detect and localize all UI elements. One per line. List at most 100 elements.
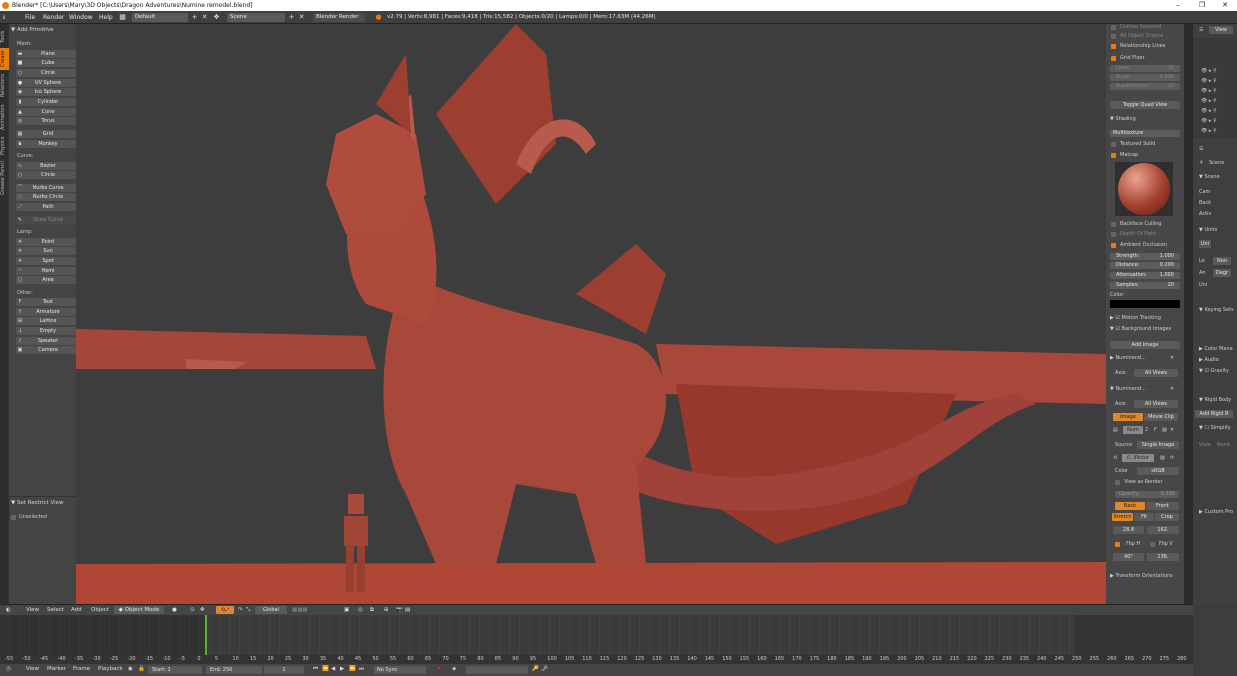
restore-icon[interactable]: ❐ [1190,0,1214,11]
add-point-lamp-button[interactable]: ✳ Point [16,238,80,246]
grid-floor-checkbox[interactable] [1111,56,1116,61]
transform-manipulator-toggle[interactable]: ⟲⤢ [216,606,234,614]
bg-image-2-remove-icon[interactable]: ✕ [1170,386,1174,392]
simplify-header[interactable]: ▼ ☐ Simplify [1199,425,1231,431]
add-primitive-header[interactable]: ▼ Add Primitive [11,27,54,33]
snap-target-icon[interactable]: ⊞ [384,607,389,613]
editor-type-icon[interactable]: ℹ [3,14,5,21]
visibility-icon[interactable]: 👁 ▸ ⚲ [1201,98,1217,104]
jump-start-icon[interactable]: ⏮ [313,666,318,673]
visibility-icon[interactable]: 👁 ▸ ⚲ [1201,78,1217,84]
add-uv-sphere-button[interactable]: ● UV Sphere [16,79,80,87]
viewport-shading-icon[interactable]: ● [172,607,177,613]
timeline-frame-menu[interactable]: Frame [73,666,90,672]
add-circle-button[interactable]: ○ Circle [16,69,80,77]
unselected-checkbox[interactable] [11,515,16,520]
delete-keyframe-icon[interactable]: 🗝 [541,666,548,672]
toggle-quad-view-button[interactable]: Toggle Quad View [1110,101,1180,109]
backface-culling-checkbox[interactable] [1111,222,1116,227]
view3d-select-menu[interactable]: Select [47,607,64,613]
multitexture-select[interactable]: Multitexture [1110,130,1180,137]
background-images-header[interactable]: ▼ ☑ Background Images [1110,326,1171,332]
tab-relations[interactable]: Relations [0,72,9,100]
image-name-field[interactable]: Num [1123,426,1143,434]
matcap-checkbox[interactable] [1111,153,1116,158]
all-object-origins-checkbox[interactable] [1111,34,1116,39]
jump-end-icon[interactable]: ⏭ [359,666,364,673]
ao-samples-field[interactable]: Samples: 20 [1110,282,1180,289]
add-spot-lamp-button[interactable]: ✦ Spot [16,257,80,265]
add-lattice-button[interactable]: ⊞ Lattice [16,317,80,325]
add-bezier-button[interactable]: ∿ Bezier [16,162,80,170]
menu-render[interactable]: Render [43,14,64,21]
set-restrict-view-header[interactable]: ▼ Set Restrict View [11,500,64,506]
end-frame-field[interactable]: End: 250 [206,666,262,674]
fake-user-icon[interactable]: F [1154,427,1157,433]
tab-create[interactable]: Create [0,48,9,70]
view3d-add-menu[interactable]: Add [71,607,82,613]
add-plane-button[interactable]: ▬ Plane [16,50,80,58]
transform-orientation-select[interactable]: Global [255,606,287,614]
subdivisions-field[interactable]: Subdivisions: 10 [1110,83,1180,90]
ambient-occlusion-checkbox[interactable] [1111,243,1116,248]
view3d-view-menu[interactable]: View [26,607,39,613]
scene-field[interactable]: Scene [227,13,285,22]
snap-icon[interactable]: ⧉ [370,607,374,614]
outliner-editor-icon[interactable]: ☰ [1199,27,1203,33]
matcap-preview[interactable] [1115,162,1173,216]
add-speaker-button[interactable]: ♪ Speaker [16,337,80,345]
minimize-icon[interactable]: – [1166,0,1190,11]
view3d-object-menu[interactable]: Object [91,607,109,613]
active-keying-set-field[interactable] [466,666,528,674]
bg-image-2-header[interactable]: ▼ Numinend... [1110,386,1146,392]
add-camera-button[interactable]: ▣ Camera [16,346,80,354]
layer-lock-icon[interactable]: ▣ [344,607,349,613]
layers-grid-icon[interactable]: ▦▦▦ [292,607,308,613]
source-select[interactable]: Single Image [1137,441,1179,449]
stretch-toggle[interactable]: Stretch [1112,513,1133,521]
outliner-tree[interactable]: 👁 ▸ ⚲ 👁 ▸ ⚲ 👁 ▸ ⚲ 👁 ▸ ⚲ 👁 ▸ ⚲ 👁 ▸ ⚲ 👁 ▸ … [1193,38,1237,138]
add-hemi-lamp-button[interactable]: ◠ Hemi [16,267,80,275]
add-empty-button[interactable]: ⅃ Empty [16,327,80,335]
browse-file-icon[interactable]: ▨ [1160,455,1165,461]
custom-properties-header[interactable]: ▶ Custom Pro [1199,509,1233,515]
properties-scrollbar[interactable] [1184,24,1193,604]
tab-grease-pencil[interactable]: Grease Pencil [0,160,9,196]
visibility-icon[interactable]: 👁 ▸ ⚲ [1201,108,1217,114]
view3d-editor-icon[interactable]: ◐ [6,607,11,613]
layout-icon[interactable]: ▦ [118,13,127,22]
scale-field[interactable]: Scale: 1.000 [1110,74,1180,81]
draw-curve-button[interactable]: ✎ Draw Curve [16,216,80,224]
back-toggle[interactable]: Back [1115,502,1145,510]
ao-color-swatch[interactable] [1110,300,1180,308]
relationship-lines-checkbox[interactable] [1111,44,1116,49]
add-layout-icon[interactable]: + [190,13,199,22]
start-frame-field[interactable]: Start: 1 [148,666,202,674]
remove-layout-icon[interactable]: ✕ [200,13,209,22]
movie-clip-tab[interactable]: Movie Clip [1144,413,1178,421]
front-toggle[interactable]: Front [1146,502,1179,510]
open-image-icon[interactable]: ▨ [1162,427,1167,433]
outline-selected-checkbox[interactable] [1111,25,1116,30]
color-management-header[interactable]: ▶ Color Mana [1199,346,1233,352]
menu-file[interactable]: File [25,14,35,21]
add-nurbs-circle-button[interactable]: ◌ Nurbs Circle [16,193,80,201]
ao-distance-field[interactable]: Distance: 0.200 [1110,262,1180,269]
manipulator-icon[interactable]: ✥ [200,607,205,613]
fit-toggle[interactable]: Fit [1134,513,1154,521]
gravity-header[interactable]: ▼ ☑ Gravity [1199,368,1229,374]
close-icon[interactable]: ✕ [1213,0,1237,11]
axis-1-select[interactable]: All Views [1134,369,1178,377]
shading-panel-header[interactable]: ▼ Shading [1110,116,1136,122]
timeline-playback-menu[interactable]: Playback [98,666,123,672]
offset-x-field[interactable]: 28.8 [1113,526,1144,534]
image-tab[interactable]: Image [1113,413,1143,421]
unit-preset-select[interactable]: Uni [1199,240,1211,248]
add-area-lamp-button[interactable]: ▢ Area [16,276,80,284]
mode-select[interactable]: ◆ Object Mode [114,606,164,614]
current-frame-field[interactable]: 1 [264,666,304,674]
add-armature-button[interactable]: ☨ Armature [16,308,80,316]
sync-mode-select[interactable]: No Sync [374,666,426,674]
angle-system-select[interactable]: Degr [1213,269,1231,277]
pivot-icon[interactable]: ⊙ [190,607,195,613]
